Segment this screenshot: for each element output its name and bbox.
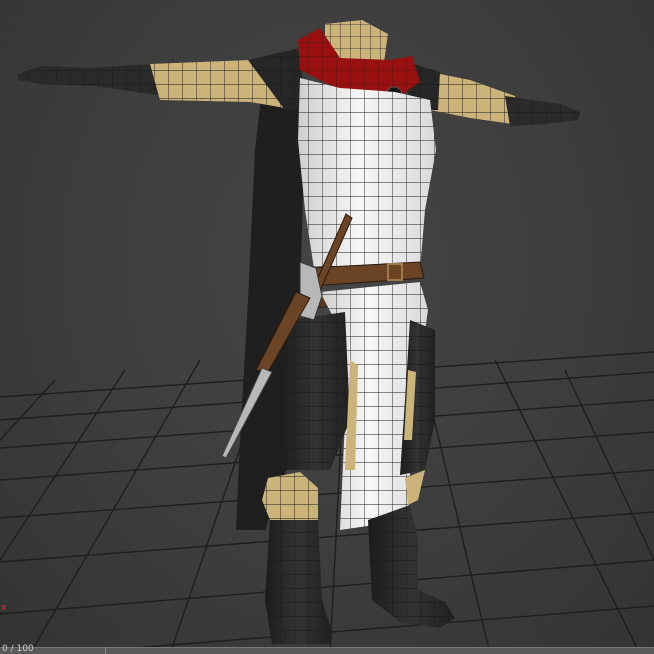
3d-viewport[interactable]: x 0 / 100 [0, 0, 654, 654]
frame-readout: 0 / 100 [2, 644, 34, 654]
timeline-strip[interactable] [0, 647, 654, 654]
timeline-slider-handle[interactable] [105, 647, 106, 654]
torso-tabard [298, 78, 436, 275]
left-arm [18, 48, 305, 110]
axis-x-label: x [1, 603, 7, 613]
scene-canvas[interactable] [0, 0, 654, 654]
